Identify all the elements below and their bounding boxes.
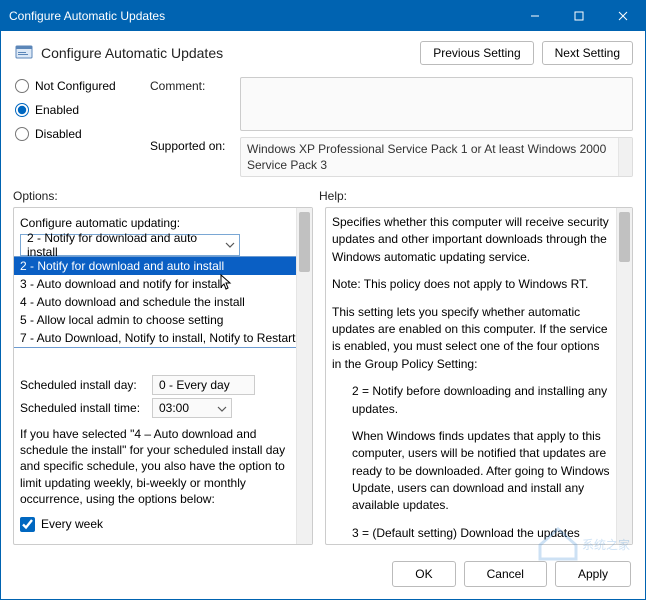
options-scrollbar[interactable] <box>296 208 312 544</box>
radio-disabled[interactable]: Disabled <box>15 127 150 141</box>
help-scroll-thumb[interactable] <box>619 212 630 262</box>
scheduled-time-value: 03:00 <box>159 401 189 415</box>
help-p3: This setting lets you specify whether au… <box>332 304 610 374</box>
options-below: Scheduled install day: 0 - Every day Sch… <box>20 372 290 532</box>
combo-value: 2 - Notify for download and auto install <box>27 231 219 259</box>
scheduled-time-label: Scheduled install time: <box>20 401 152 415</box>
maximize-button[interactable] <box>557 1 601 31</box>
help-p5: When Windows finds updates that apply to… <box>332 428 610 515</box>
page-title: Configure Automatic Updates <box>41 45 412 61</box>
window-title: Configure Automatic Updates <box>9 9 513 23</box>
state-section: Not Configured Enabled Disabled Comment:… <box>1 71 645 185</box>
radio-enabled-input[interactable] <box>15 103 29 117</box>
supported-on-label: Supported on: <box>150 137 240 153</box>
help-panel: Specifies whether this computer will rec… <box>325 207 633 545</box>
ok-button[interactable]: OK <box>392 561 455 587</box>
dropdown-item-3[interactable]: 3 - Auto download and notify for install <box>14 275 296 293</box>
every-week-checkbox[interactable] <box>20 517 35 532</box>
options-content: Configure automatic updating: 2 - Notify… <box>14 208 296 544</box>
comment-column: Comment: Supported on: Windows XP Profes… <box>150 77 633 177</box>
configure-updating-dropdown[interactable]: 2 - Notify for download and auto install… <box>14 256 296 348</box>
help-heading: Help: <box>319 189 633 203</box>
scheduled-day-row: Scheduled install day: 0 - Every day <box>20 375 290 395</box>
supported-on-text: Windows XP Professional Service Pack 1 o… <box>247 141 614 173</box>
configure-updating-combo[interactable]: 2 - Notify for download and auto install <box>20 234 240 256</box>
help-p2: Note: This policy does not apply to Wind… <box>332 276 610 293</box>
next-setting-button[interactable]: Next Setting <box>542 41 633 65</box>
dropdown-item-2[interactable]: 2 - Notify for download and auto install <box>14 257 296 275</box>
split-body: Configure automatic updating: 2 - Notify… <box>1 207 645 553</box>
help-p4: 2 = Notify before downloading and instal… <box>332 383 610 418</box>
supported-scrollbar[interactable] <box>618 138 632 176</box>
policy-icon <box>13 42 35 64</box>
radio-enabled[interactable]: Enabled <box>15 103 150 117</box>
options-panel: Configure automatic updating: 2 - Notify… <box>13 207 313 545</box>
options-heading: Options: <box>13 189 319 203</box>
radio-group: Not Configured Enabled Disabled <box>15 77 150 177</box>
split-labels: Options: Help: <box>1 185 645 207</box>
scheduled-time-row: Scheduled install time: 03:00 <box>20 398 290 418</box>
help-p1: Specifies whether this computer will rec… <box>332 214 610 266</box>
radio-not-configured-label: Not Configured <box>35 79 116 93</box>
chevron-down-icon <box>225 239 235 253</box>
dialog-window: Configure Automatic Updates Configure Au… <box>0 0 646 600</box>
chevron-down-icon <box>217 403 227 417</box>
every-week-row[interactable]: Every week <box>20 517 290 532</box>
dropdown-item-5[interactable]: 5 - Allow local admin to choose setting <box>14 311 296 329</box>
scheduled-day-value: 0 - Every day <box>159 378 230 392</box>
footer: OK Cancel Apply <box>1 553 645 599</box>
help-p6: 3 = (Default setting) Download the updat… <box>332 525 610 544</box>
dropdown-item-4[interactable]: 4 - Auto download and schedule the insta… <box>14 293 296 311</box>
header-row: Configure Automatic Updates Previous Set… <box>1 31 645 71</box>
every-week-label: Every week <box>41 517 103 531</box>
options-scroll-thumb[interactable] <box>299 212 310 272</box>
comment-textarea[interactable] <box>240 77 633 131</box>
radio-not-configured-input[interactable] <box>15 79 29 93</box>
scheduled-time-combo[interactable]: 03:00 <box>152 398 232 418</box>
help-scrollbar[interactable] <box>616 208 632 544</box>
help-content: Specifies whether this computer will rec… <box>326 208 616 544</box>
close-button[interactable] <box>601 1 645 31</box>
radio-enabled-label: Enabled <box>35 103 79 117</box>
dropdown-item-7[interactable]: 7 - Auto Download, Notify to install, No… <box>14 329 296 347</box>
radio-not-configured[interactable]: Not Configured <box>15 79 150 93</box>
cancel-button[interactable]: Cancel <box>464 561 547 587</box>
titlebar[interactable]: Configure Automatic Updates <box>1 1 645 31</box>
previous-setting-button[interactable]: Previous Setting <box>420 41 533 65</box>
configure-updating-label: Configure automatic updating: <box>20 216 290 230</box>
schedule-paragraph: If you have selected "4 – Auto download … <box>20 426 290 507</box>
radio-disabled-input[interactable] <box>15 127 29 141</box>
radio-disabled-label: Disabled <box>35 127 82 141</box>
comment-label: Comment: <box>150 77 240 93</box>
scheduled-day-label: Scheduled install day: <box>20 378 152 392</box>
scheduled-day-combo[interactable]: 0 - Every day <box>152 375 255 395</box>
supported-on-box: Windows XP Professional Service Pack 1 o… <box>240 137 633 177</box>
apply-button[interactable]: Apply <box>555 561 631 587</box>
minimize-button[interactable] <box>513 1 557 31</box>
